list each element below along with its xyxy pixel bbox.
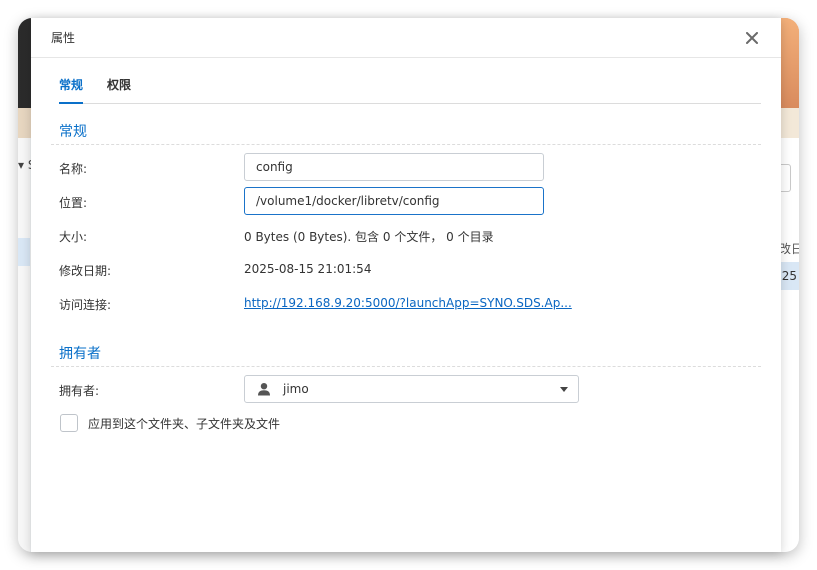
modified-date-label: 修改日期: [59,264,112,278]
close-icon-glyph [746,31,758,44]
tab-general[interactable]: 常规 [59,70,84,104]
section-divider [51,144,761,145]
apply-recursive-label: 应用到这个文件夹、子文件夹及文件 [88,416,281,431]
size-label: 大小: [59,230,88,244]
chevron-down-icon [560,386,568,392]
tab-bar: 常规 权限 [59,70,761,104]
background-left-selected-row [18,238,30,266]
name-label: 名称: [59,162,88,176]
location-label: 位置: [59,196,88,210]
section-divider [51,366,761,367]
name-input[interactable] [244,153,544,181]
background-column-header: 改日 [779,242,799,256]
tab-permissions[interactable]: 权限 [107,70,131,104]
modified-date-value: 2025-08-15 21:01:54 [244,262,372,276]
access-link[interactable]: http://192.168.9.20:5000/?launchApp=SYNO… [244,296,572,310]
access-link-label: 访问连接: [59,298,112,312]
owner-label: 拥有者: [59,384,100,398]
close-icon[interactable] [743,29,761,47]
properties-dialog: 属性 常规 权限 常规 名称: 位置: 大小: 0 Bytes (0 Bytes… [31,18,781,552]
background-right-panel [779,138,799,552]
background-left-panel [18,138,30,552]
dialog-header: 属性 [31,18,781,58]
size-value: 0 Bytes (0 Bytes). 包含 0 个文件， 0 个目录 [244,230,494,244]
background-cell-value: 25 [781,269,797,283]
section-title-owner: 拥有者 [59,346,101,362]
apply-recursive-checkbox[interactable] [60,414,78,432]
apply-recursive-option[interactable]: 应用到这个文件夹、子文件夹及文件 [60,414,280,432]
location-input[interactable] [244,187,544,215]
owner-name: jimo [283,382,309,396]
user-icon [257,382,271,396]
dialog-title: 属性 [51,31,76,45]
section-title-general: 常规 [59,124,87,140]
owner-select[interactable]: jimo [244,375,579,403]
